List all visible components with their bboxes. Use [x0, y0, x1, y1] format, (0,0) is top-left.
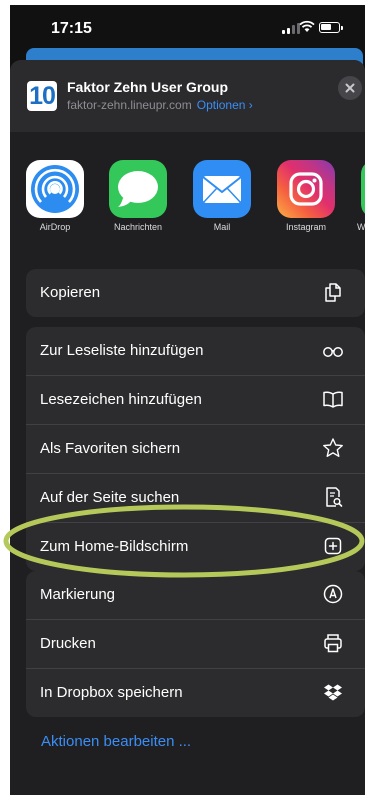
action-add-bookmark[interactable]: Lesezeichen hinzufügen: [26, 375, 365, 424]
status-time: 17:15: [51, 20, 92, 37]
app-icon: [361, 160, 365, 218]
signal-icon: [282, 22, 300, 34]
share-app-messages[interactable]: Nachrichten: [103, 160, 173, 232]
action-label: Lesezeichen hinzufügen: [40, 391, 202, 408]
action-label: Zur Leseliste hinzufügen: [40, 342, 204, 359]
faktor-zehn-logo: 10: [27, 81, 57, 111]
battery-icon: [319, 22, 343, 33]
app-label: Instagram: [285, 222, 327, 232]
page-domain: faktor-zehn.lineupr.com: [67, 98, 192, 112]
edit-actions-link[interactable]: Aktionen bearbeiten ...: [41, 733, 191, 750]
share-app-instagram[interactable]: Instagram: [271, 160, 341, 232]
action-group-more: Markierung Drucken In Dropbox speichern: [26, 571, 365, 717]
share-app-airdrop[interactable]: AirDrop: [20, 160, 90, 232]
dropbox-icon: [324, 684, 342, 701]
markup-icon: [323, 584, 343, 604]
action-group-main: Zur Leseliste hinzufügen Lesezeichen hin…: [26, 327, 365, 571]
add-square-icon: [324, 537, 342, 555]
star-icon: [323, 438, 343, 457]
app-label: AirDrop: [39, 222, 71, 232]
action-label: Auf der Seite suchen: [40, 489, 180, 506]
mail-icon: [193, 160, 251, 218]
action-label: Markierung: [40, 586, 116, 603]
action-label: Als Favoriten sichern: [40, 440, 181, 457]
status-bar: 17:15: [10, 5, 365, 50]
action-label: In Dropbox speichern: [40, 684, 183, 701]
share-header: 10 Faktor Zehn User Group faktor-zehn.li…: [10, 60, 365, 132]
action-find-in-page[interactable]: Auf der Seite suchen: [26, 473, 365, 522]
action-markup[interactable]: Markierung: [26, 571, 365, 619]
action-group-copy: Kopieren: [26, 269, 365, 317]
wifi-icon: [299, 20, 315, 32]
share-app-mail[interactable]: Mail: [187, 160, 257, 232]
action-copy[interactable]: Kopieren: [26, 269, 365, 317]
page-subtitle: faktor-zehn.lineupr.com Optionen ›: [67, 98, 253, 112]
share-app-partial[interactable]: W: [355, 160, 365, 232]
close-button[interactable]: [338, 76, 362, 100]
close-icon: [345, 83, 355, 93]
app-label: Mail: [213, 222, 231, 232]
book-icon: [323, 391, 343, 408]
find-in-page-icon: [326, 487, 343, 507]
instagram-icon: [277, 160, 335, 218]
share-sheet: 10 Faktor Zehn User Group faktor-zehn.li…: [10, 60, 365, 795]
messages-icon: [109, 160, 167, 218]
copy-icon: [325, 283, 341, 302]
action-add-home-screen[interactable]: Zum Home-Bildschirm: [26, 522, 365, 571]
phone-screen: 17:15 10 Faktor Zehn User Group faktor-z…: [10, 5, 365, 795]
action-print[interactable]: Drucken: [26, 619, 365, 668]
action-label: Drucken: [40, 635, 96, 652]
action-add-reading-list[interactable]: Zur Leseliste hinzufügen: [26, 327, 365, 375]
action-save-dropbox[interactable]: In Dropbox speichern: [26, 668, 365, 717]
action-save-favorites[interactable]: Als Favoriten sichern: [26, 424, 365, 473]
action-label: Zum Home-Bildschirm: [40, 538, 189, 555]
action-label: Kopieren: [40, 284, 101, 301]
printer-icon: [324, 634, 342, 653]
page-title: Faktor Zehn User Group: [67, 79, 229, 95]
airdrop-icon: [26, 160, 84, 218]
options-link[interactable]: Optionen ›: [197, 98, 253, 112]
app-label: W: [357, 222, 365, 232]
app-share-row: AirDrop Nachrichten Mail Instagram W: [10, 160, 365, 240]
glasses-icon: [323, 347, 343, 357]
app-label: Nachrichten: [113, 222, 163, 232]
